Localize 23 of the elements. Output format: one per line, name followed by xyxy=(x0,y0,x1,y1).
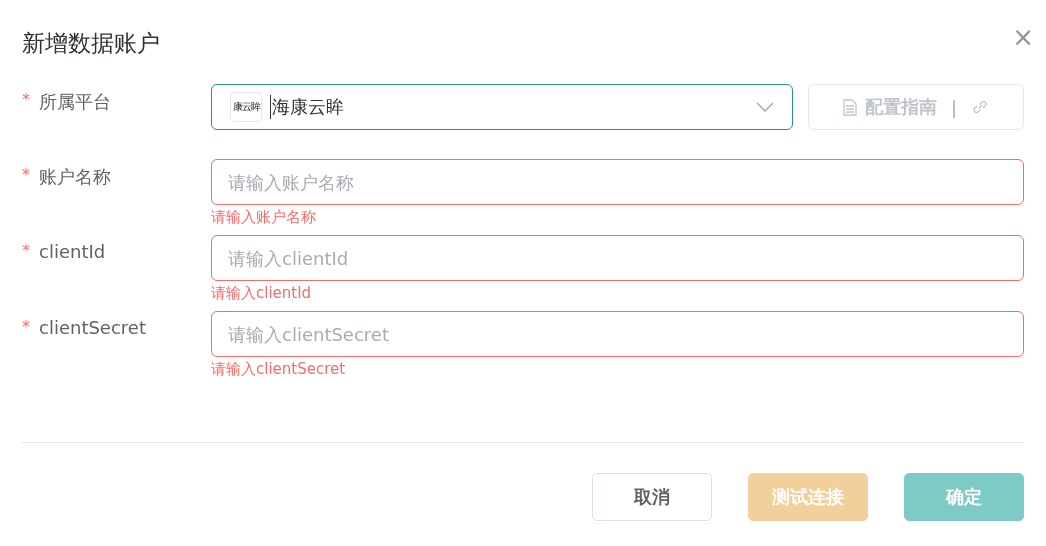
platform-select[interactable]: 康云眸 海康云眸 xyxy=(211,84,793,130)
document-icon xyxy=(842,98,857,116)
error-message: 请输入clientId xyxy=(211,284,312,303)
required-mark: * xyxy=(22,241,30,260)
close-button[interactable]: × xyxy=(1012,24,1034,50)
text-input-field[interactable]: 请输入clientSecret xyxy=(211,311,1024,357)
error-message: 请输入clientSecret xyxy=(211,360,346,379)
separator: | xyxy=(950,96,958,118)
chevron-down-icon xyxy=(756,102,774,112)
field-label: 账户名称 xyxy=(39,165,111,189)
platform-logo: 康云眸 xyxy=(230,92,262,122)
error-message: 请输入账户名称 xyxy=(211,208,316,227)
field-label: clientSecret xyxy=(39,317,146,338)
link-icon xyxy=(971,98,990,116)
required-mark: * xyxy=(22,317,30,336)
field-label: clientId xyxy=(39,241,106,262)
text-input-field[interactable]: 请输入账户名称 xyxy=(211,159,1024,205)
dialog-title: 新增数据账户 xyxy=(22,28,160,58)
required-mark: * xyxy=(22,90,30,109)
text-input-field[interactable]: 请输入clientId xyxy=(211,235,1024,281)
cancel-button[interactable]: 取消 xyxy=(592,473,712,521)
field-label: 所属平台 xyxy=(39,90,111,114)
required-mark: * xyxy=(22,165,30,184)
